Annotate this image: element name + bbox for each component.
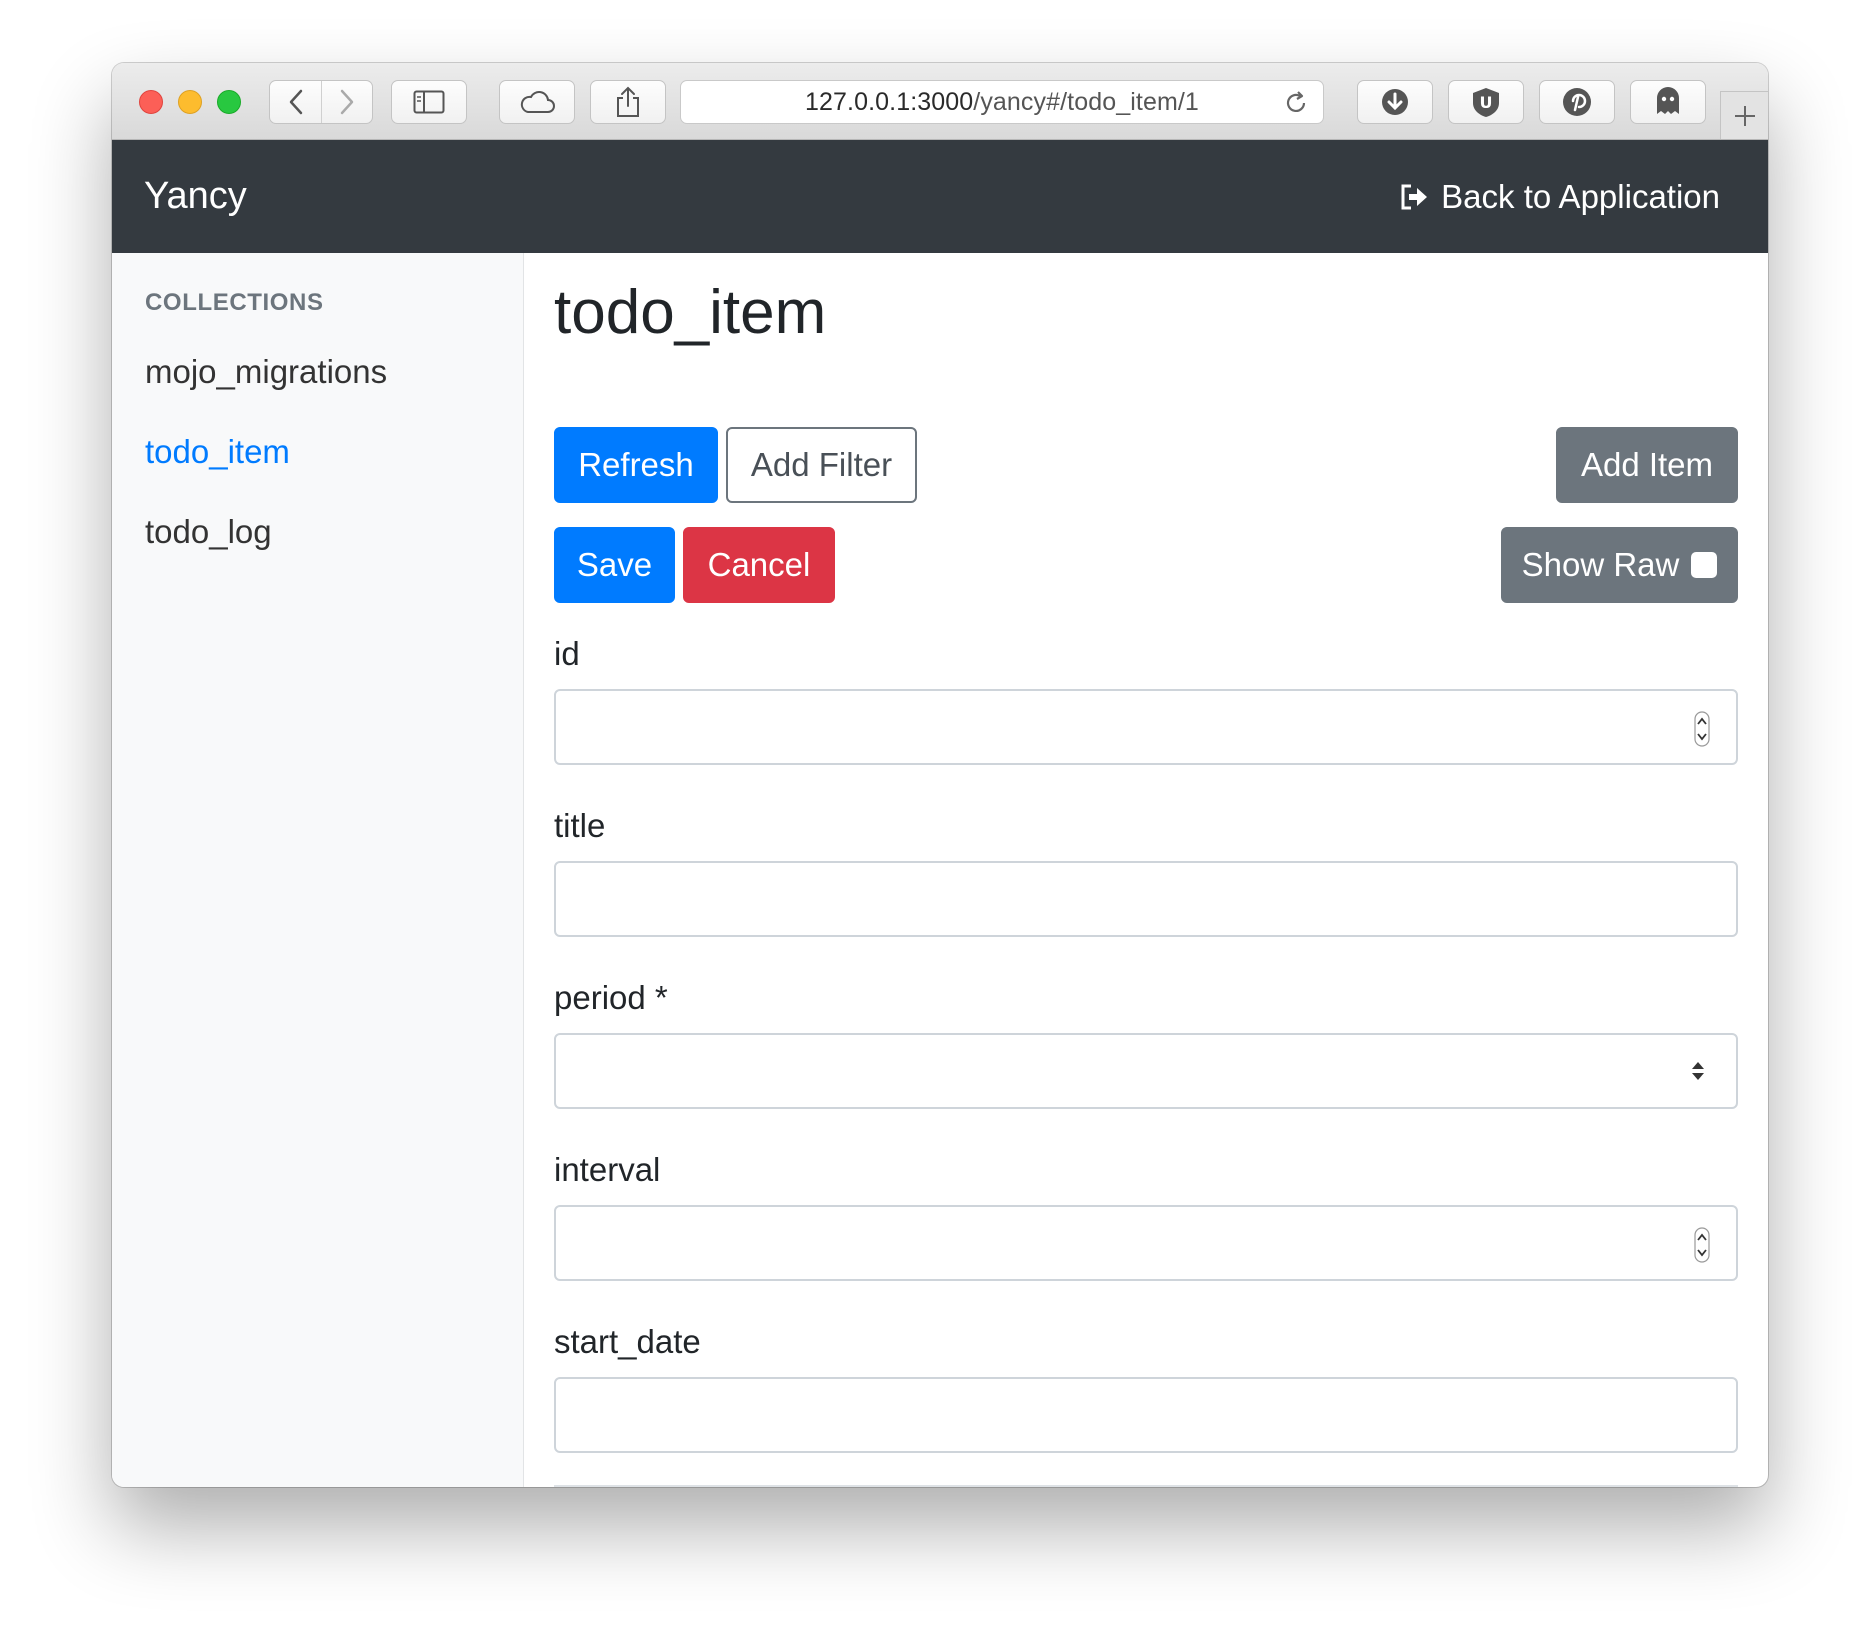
browser-toolbar: 127.0.0.1:3000/yancy#/todo_item/1 U: [112, 63, 1768, 140]
select-arrows-icon: [1692, 1062, 1704, 1080]
save-button[interactable]: Save: [554, 527, 675, 603]
period-select[interactable]: [554, 1033, 1738, 1109]
ghost-icon: [1657, 87, 1679, 114]
refresh-button[interactable]: Refresh: [554, 427, 718, 503]
icloud-tabs-button[interactable]: [499, 80, 575, 124]
start-date-label: start_date: [554, 1323, 701, 1360]
interval-input[interactable]: [554, 1205, 1738, 1281]
url-path: /yancy#/todo_item/1: [973, 87, 1199, 116]
sidebar-icon: [413, 90, 445, 114]
show-raw-label: Show Raw: [1521, 546, 1680, 583]
sidebar-toggle-button[interactable]: [391, 80, 467, 124]
cancel-button[interactable]: Cancel: [683, 527, 835, 603]
sidebar-item-todo-log[interactable]: todo_log: [145, 513, 272, 551]
period-label: period *: [554, 979, 668, 1016]
ublock-extension-button[interactable]: U: [1448, 80, 1524, 124]
chevron-right-icon: [340, 89, 354, 115]
back-button[interactable]: [270, 81, 321, 123]
chevron-left-icon: [289, 89, 302, 115]
back-link-label: Back to Application: [1441, 177, 1720, 215]
sidebar-item-mojo-migrations[interactable]: mojo_migrations: [145, 353, 387, 391]
address-bar[interactable]: 127.0.0.1:3000/yancy#/todo_item/1: [680, 80, 1324, 124]
number-spinner-icon[interactable]: [1694, 711, 1710, 747]
add-filter-button[interactable]: Add Filter: [726, 427, 917, 503]
svg-text:U: U: [1480, 93, 1493, 112]
back-to-application-link[interactable]: Back to Application: [1399, 178, 1720, 216]
brand-title[interactable]: Yancy: [144, 175, 247, 218]
number-spinner-icon[interactable]: [1694, 1227, 1710, 1263]
minimize-window-button[interactable]: [178, 90, 202, 114]
close-window-button[interactable]: [139, 90, 163, 114]
ghostery-extension-button[interactable]: [1630, 80, 1706, 124]
id-label: id: [554, 635, 580, 672]
table-header: id title: [554, 1485, 1738, 1487]
share-button[interactable]: [590, 80, 666, 124]
pinterest-icon: [1563, 88, 1591, 116]
download-icon: [1382, 89, 1408, 115]
sidebar-heading: COLLECTIONS: [145, 289, 324, 316]
id-input[interactable]: [554, 689, 1738, 765]
forward-button[interactable]: [321, 81, 372, 123]
sign-out-icon: [1401, 184, 1428, 209]
interval-label: interval: [554, 1151, 661, 1188]
show-raw-toggle[interactable]: Show Raw: [1501, 527, 1738, 603]
page-title: todo_item: [554, 278, 827, 347]
add-item-button[interactable]: Add Item: [1556, 427, 1738, 503]
url-host: 127.0.0.1:3000: [805, 87, 974, 116]
zoom-window-button[interactable]: [217, 90, 241, 114]
title-input[interactable]: [554, 861, 1738, 937]
plus-icon: [1734, 105, 1755, 126]
downloads-button[interactable]: [1357, 80, 1433, 124]
cloud-icon: [520, 91, 555, 113]
main-content: todo_item Refresh Add Filter Add Item Sa…: [524, 253, 1768, 1487]
reload-icon[interactable]: [1283, 90, 1309, 116]
history-nav: [269, 80, 373, 124]
show-raw-checkbox[interactable]: [1691, 552, 1718, 578]
sidebar-item-todo-item[interactable]: todo_item: [145, 433, 290, 471]
url-text: 127.0.0.1:3000/yancy#/todo_item/1: [805, 88, 1199, 117]
new-tab-button[interactable]: [1720, 91, 1768, 139]
ublock-icon: U: [1473, 88, 1499, 117]
app-navbar: Yancy Back to Application: [112, 140, 1768, 253]
browser-window: 127.0.0.1:3000/yancy#/todo_item/1 U Yanc…: [112, 63, 1768, 1487]
title-label: title: [554, 807, 606, 844]
start-date-input[interactable]: [554, 1377, 1738, 1453]
collections-sidebar: COLLECTIONS mojo_migrations todo_item to…: [112, 253, 524, 1487]
pinterest-extension-button[interactable]: [1539, 80, 1615, 124]
share-icon: [617, 86, 639, 117]
